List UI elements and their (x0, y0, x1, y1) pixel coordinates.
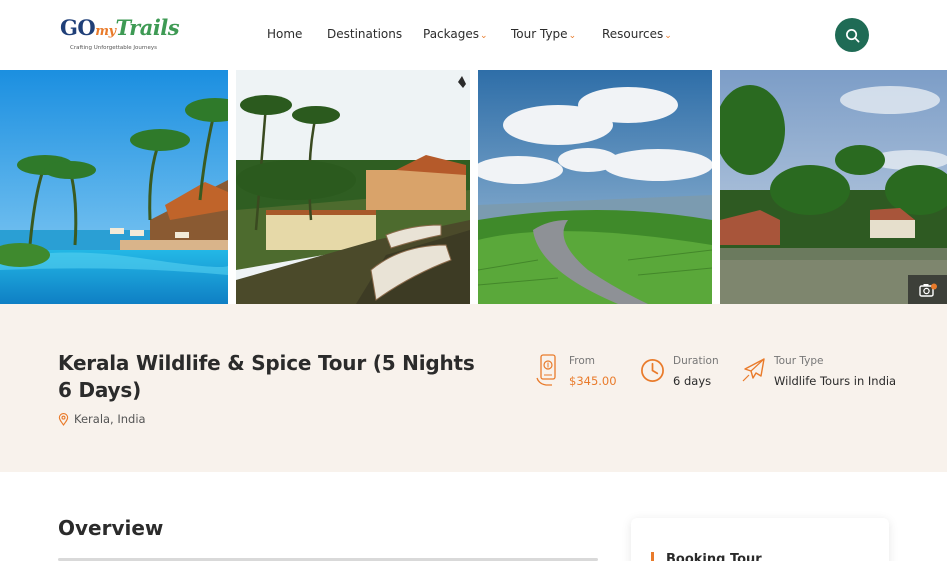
gallery-photo-beach-resort[interactable] (0, 70, 228, 304)
gallery-count-button[interactable] (908, 275, 947, 304)
gallery-photo-backwaters[interactable] (236, 70, 470, 304)
duration-value: 6 days (673, 374, 712, 388)
camera-icon (918, 283, 937, 297)
chevron-down-icon: ⌄ (664, 31, 672, 41)
price-value: $345.00 (569, 374, 617, 388)
booking-title: Booking Tour (651, 552, 762, 561)
tour-location: Kerala, India (58, 412, 146, 426)
logo-tagline: Crafting Unforgettable Journeys (70, 45, 158, 51)
site-header: GOmyTrails Crafting Unforgettable Journe… (0, 0, 947, 70)
map-pin-icon (58, 412, 69, 426)
chevron-down-icon: ⌄ (568, 31, 577, 41)
photo-gallery (0, 70, 947, 304)
search-icon (845, 28, 859, 42)
nav-item-home[interactable]: Home (267, 26, 302, 42)
price-tag-icon (536, 354, 556, 386)
overview-heading: Overview (58, 516, 164, 540)
search-button[interactable] (835, 18, 869, 52)
site-logo[interactable]: GOmyTrails Crafting Unforgettable Journe… (60, 15, 180, 54)
tour-type-label: Tour Type (774, 355, 824, 367)
chevron-down-icon: ⌄ (480, 31, 488, 41)
price-label: From (569, 355, 596, 367)
page-title: Kerala Wildlife & Spice Tour (5 Nights 6… (58, 351, 475, 402)
nav-item-packages[interactable]: Packages⌄ (423, 26, 488, 44)
tour-info-band: Kerala Wildlife & Spice Tour (5 Nights 6… (0, 304, 947, 472)
clock-icon (641, 359, 664, 382)
nav-item-tour-type[interactable]: Tour Type⌄ (511, 26, 576, 44)
duration-label: Duration (673, 355, 719, 367)
nav-item-resources[interactable]: Resources⌄ (602, 26, 672, 44)
gallery-photo-lake-village[interactable] (720, 70, 947, 304)
location-label: Kerala, India (74, 412, 146, 426)
airplane-icon (742, 358, 765, 382)
gallery-photo-tea-plantation[interactable] (478, 70, 712, 304)
tour-type-value: Wildlife Tours in India (774, 374, 897, 388)
nav-item-destinations[interactable]: Destinations (327, 26, 402, 42)
logo-wordmark: GOmyTrails (60, 15, 180, 40)
booking-card: Booking Tour (631, 518, 889, 561)
overview-text (58, 555, 598, 561)
